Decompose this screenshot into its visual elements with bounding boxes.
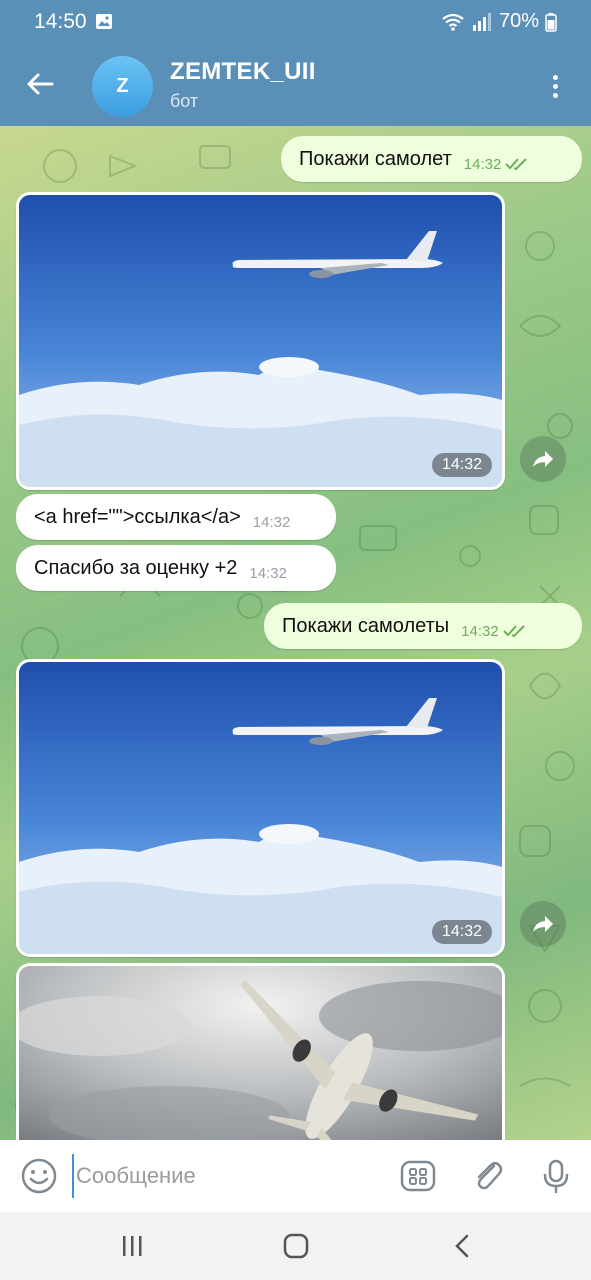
share-icon <box>533 451 553 467</box>
read-ticks-icon <box>502 625 525 638</box>
gallery-notification-icon <box>96 14 112 29</box>
avatar[interactable]: Z <box>92 56 153 117</box>
battery-percent: 70% <box>498 10 539 32</box>
message-text: Покажи самолет <box>299 147 452 170</box>
system-back-button[interactable] <box>442 1230 482 1262</box>
photo-message[interactable] <box>16 963 505 1140</box>
message-time: 14:32 <box>252 513 291 531</box>
message-time: 14:32 <box>249 564 287 582</box>
message-input[interactable] <box>72 1154 372 1198</box>
outgoing-message[interactable]: Покажи самолет 14:32 <box>281 136 582 182</box>
photo-time: 14:32 <box>431 920 492 944</box>
message-list[interactable]: Покажи самолет 14:32 14:32 <a href="">сс… <box>0 126 591 1140</box>
share-button[interactable] <box>520 901 566 947</box>
microphone-icon[interactable] <box>538 1158 574 1194</box>
photo-message[interactable]: 14:32 <box>16 659 505 957</box>
system-navigation-bar <box>0 1212 591 1280</box>
airplane-sky-photo <box>19 662 502 954</box>
airplane-sky-photo <box>19 195 502 487</box>
back-icon <box>455 1234 469 1258</box>
smile-icon[interactable] <box>20 1157 58 1195</box>
signal-icon <box>472 12 491 31</box>
home-button[interactable] <box>276 1230 316 1262</box>
arrow-left-icon <box>27 73 54 95</box>
airplane-takeoff-photo <box>19 966 502 1140</box>
message-time: 14:32 <box>463 155 502 173</box>
status-bar: 14:50 70% <box>0 0 591 44</box>
home-icon <box>283 1233 309 1259</box>
read-ticks-icon <box>505 158 528 171</box>
message-time: 14:32 <box>461 622 499 640</box>
message-text: Спасибо за оценку +2 <box>34 556 238 579</box>
photo-time: 14:32 <box>431 453 492 477</box>
chat-title[interactable]: ZEMTEK_UII <box>170 58 316 86</box>
grid-icon[interactable] <box>400 1158 436 1194</box>
recents-icon <box>123 1236 142 1256</box>
message-text: Покажи самолеты <box>282 614 450 637</box>
recents-button[interactable] <box>112 1230 152 1262</box>
paperclip-icon[interactable] <box>470 1158 506 1194</box>
incoming-message[interactable]: <a href="">ссылка</a> 14:32 <box>16 494 336 540</box>
chat-header: 14:50 70% Z ZEMTEK_UII бот <box>0 0 591 126</box>
status-indicators: 70% <box>441 10 557 33</box>
chat-toolbar: Z ZEMTEK_UII бот <box>0 44 591 126</box>
more-vertical-icon <box>552 74 558 80</box>
outgoing-message[interactable]: Покажи самолеты 14:32 <box>264 603 582 649</box>
share-icon <box>533 916 553 932</box>
more-menu-button[interactable] <box>539 66 571 106</box>
share-button[interactable] <box>520 436 566 482</box>
message-text: <a href="">ссылка</a> <box>34 505 241 528</box>
battery-icon <box>545 12 557 32</box>
wifi-icon <box>442 13 464 31</box>
chat-subtitle: бот <box>170 91 199 111</box>
back-button[interactable] <box>20 64 60 104</box>
message-composer <box>0 1140 591 1212</box>
status-time: 14:50 <box>34 10 87 33</box>
photo-message[interactable]: 14:32 <box>16 192 505 490</box>
incoming-message[interactable]: Спасибо за оценку +2 14:32 <box>16 545 336 591</box>
